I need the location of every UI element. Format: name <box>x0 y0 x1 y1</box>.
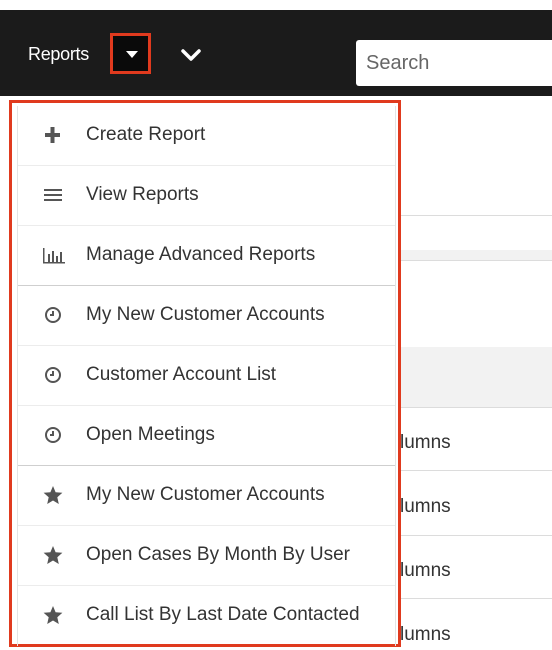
list-row-text: lumns <box>400 496 451 517</box>
filter-row <box>400 250 552 260</box>
clock-icon <box>42 424 64 446</box>
divider <box>400 598 552 599</box>
menu-item-recent-customer-account-list[interactable]: Customer Account List <box>18 346 395 406</box>
star-icon <box>42 604 64 626</box>
global-search <box>356 40 552 86</box>
star-icon <box>42 544 64 566</box>
menu-item-label: Open Meetings <box>86 424 215 445</box>
clock-icon <box>42 364 64 386</box>
list-row-text: lumns <box>400 560 451 581</box>
menu-item-favorite-open-cases-by-month[interactable]: Open Cases By Month By User <box>18 526 395 586</box>
plus-icon <box>42 124 64 146</box>
menu-item-label: My New Customer Accounts <box>86 304 325 325</box>
menu-item-favorite-my-new-customer-accounts[interactable]: My New Customer Accounts <box>18 466 395 526</box>
module-tab-reports[interactable]: Reports <box>28 44 89 65</box>
menu-item-label: Open Cases By Month By User <box>86 544 350 565</box>
top-nav-bar: Reports <box>0 10 552 96</box>
menu-item-label: Customer Account List <box>86 364 277 385</box>
menu-item-label: Manage Advanced Reports <box>86 244 316 265</box>
menu-item-recent-my-new-customer-accounts[interactable]: My New Customer Accounts <box>18 286 395 346</box>
menu-item-view-reports[interactable]: View Reports <box>18 166 395 226</box>
more-modules-chevron-icon[interactable] <box>178 44 204 66</box>
divider <box>400 535 552 536</box>
menu-item-create-report[interactable]: Create Report <box>18 106 395 166</box>
menu-list: Create Report View Reports Manage Advanc… <box>17 106 396 646</box>
star-icon <box>42 484 64 506</box>
list-row-text: lumns <box>400 624 451 645</box>
list-header-row <box>400 347 552 407</box>
list-icon <box>42 184 64 206</box>
menu-item-label: Create Report <box>86 124 206 145</box>
clock-icon <box>42 304 64 326</box>
reports-dropdown-menu: Create Report View Reports Manage Advanc… <box>9 100 401 647</box>
menu-item-favorite-call-list[interactable]: Call List By Last Date Contacted <box>18 586 395 646</box>
menu-item-label: My New Customer Accounts <box>86 484 325 505</box>
list-row-text: lumns <box>400 432 451 453</box>
module-menu-toggle-button[interactable] <box>110 33 151 74</box>
divider <box>400 470 552 471</box>
menu-item-label: Call List By Last Date Contacted <box>86 604 360 625</box>
divider <box>400 215 552 216</box>
divider <box>400 407 552 408</box>
bar-chart-icon <box>42 244 65 266</box>
menu-item-manage-advanced-reports[interactable]: Manage Advanced Reports <box>18 226 395 286</box>
menu-item-recent-open-meetings[interactable]: Open Meetings <box>18 406 395 466</box>
divider <box>400 260 552 261</box>
menu-item-label: View Reports <box>86 184 199 205</box>
search-input[interactable] <box>366 40 546 86</box>
